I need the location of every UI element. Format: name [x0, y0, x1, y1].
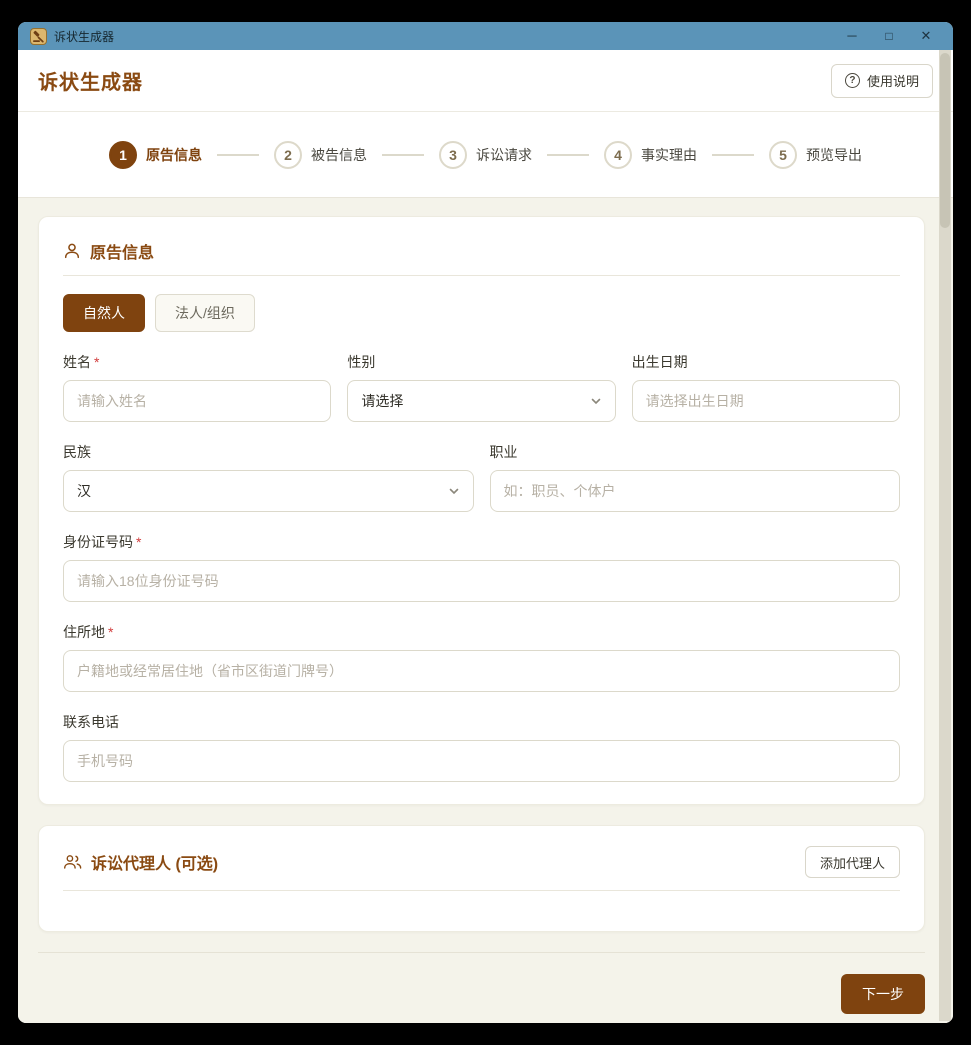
name-label: 姓名* — [63, 352, 331, 372]
wizard-footer: 下一步 — [38, 952, 925, 1014]
step-connector — [217, 154, 259, 156]
step-number-badge: 2 — [274, 141, 302, 169]
add-agent-button[interactable]: 添加代理人 — [805, 846, 900, 878]
ethnicity-select-value: 汉 — [77, 481, 91, 501]
agent-card: 诉讼代理人 (可选) 添加代理人 — [38, 825, 925, 932]
step-preview-export[interactable]: 5 预览导出 — [769, 141, 862, 169]
close-icon[interactable]: ✕ — [911, 22, 941, 50]
phone-label: 联系电话 — [63, 712, 900, 732]
chevron-down-icon — [590, 395, 602, 407]
tab-legal-entity[interactable]: 法人/组织 — [155, 294, 255, 332]
required-asterisk: * — [136, 534, 141, 550]
wizard-stepper: 1 原告信息 2 被告信息 3 诉讼请求 4 事实理由 5 预览导出 — [18, 112, 953, 198]
id-number-input[interactable] — [63, 560, 900, 602]
form-row: 姓名* 性别 请选择 出生日期 — [63, 352, 900, 422]
app-header: 诉状生成器 ? 使用说明 — [18, 50, 953, 112]
maximize-icon[interactable]: □ — [874, 22, 904, 50]
question-circle-icon: ? — [845, 73, 860, 88]
agent-section-header: 诉讼代理人 (可选) 添加代理人 — [63, 846, 900, 878]
party-type-tabs: 自然人 法人/组织 — [63, 294, 900, 332]
birth-date-field-group: 出生日期 — [632, 352, 900, 422]
step-number-badge: 4 — [604, 141, 632, 169]
gender-field-group: 性别 请选择 — [347, 352, 615, 422]
gender-select[interactable]: 请选择 — [347, 380, 615, 422]
next-step-button[interactable]: 下一步 — [841, 974, 925, 1014]
agent-section-title: 诉讼代理人 (可选) — [91, 850, 218, 874]
step-facts-reasons[interactable]: 4 事实理由 — [604, 141, 697, 169]
people-icon — [63, 853, 82, 871]
scrollbar[interactable] — [939, 50, 951, 1021]
app-window: 诉状生成器 ─ □ ✕ 诉状生成器 ? 使用说明 1 原告信息 2 被告信息 3… — [18, 22, 953, 1023]
step-number-badge: 5 — [769, 141, 797, 169]
help-button-label: 使用说明 — [867, 71, 919, 90]
chevron-down-icon — [448, 485, 460, 497]
help-button[interactable]: ? 使用说明 — [831, 64, 933, 98]
name-input[interactable] — [63, 380, 331, 422]
occupation-label: 职业 — [490, 442, 901, 462]
address-label: 住所地* — [63, 622, 900, 642]
gender-label: 性别 — [347, 352, 615, 372]
ethnicity-field-group: 民族 汉 — [63, 442, 474, 512]
step-label: 事实理由 — [641, 145, 697, 165]
step-defendant-info[interactable]: 2 被告信息 — [274, 141, 367, 169]
form-row: 身份证号码* — [63, 532, 900, 602]
form-row: 住所地* — [63, 622, 900, 692]
window-titlebar[interactable]: 诉状生成器 ─ □ ✕ — [18, 22, 953, 50]
step-number-badge: 3 — [439, 141, 467, 169]
step-label: 原告信息 — [146, 145, 202, 165]
birth-date-input[interactable] — [632, 380, 900, 422]
step-plaintiff-info[interactable]: 1 原告信息 — [109, 141, 202, 169]
main-content: 原告信息 自然人 法人/组织 姓名* 性别 请选择 — [18, 198, 953, 1023]
form-row: 联系电话 — [63, 712, 900, 782]
step-label: 诉讼请求 — [476, 145, 532, 165]
minimize-icon[interactable]: ─ — [837, 22, 867, 50]
agent-title-group: 诉讼代理人 (可选) — [63, 850, 218, 874]
required-asterisk: * — [108, 624, 113, 640]
ethnicity-select[interactable]: 汉 — [63, 470, 474, 512]
ethnicity-label: 民族 — [63, 442, 474, 462]
step-label: 被告信息 — [311, 145, 367, 165]
plaintiff-section-header: 原告信息 — [63, 239, 900, 263]
scrollbar-thumb[interactable] — [940, 53, 950, 228]
plaintiff-section-title: 原告信息 — [90, 239, 154, 263]
app-icon — [30, 28, 47, 45]
divider — [63, 275, 900, 276]
step-connector — [547, 154, 589, 156]
step-label: 预览导出 — [806, 145, 862, 165]
divider — [63, 890, 900, 891]
required-asterisk: * — [94, 354, 99, 370]
address-input[interactable] — [63, 650, 900, 692]
step-connector — [712, 154, 754, 156]
step-number-badge: 1 — [109, 141, 137, 169]
plaintiff-info-card: 原告信息 自然人 法人/组织 姓名* 性别 请选择 — [38, 216, 925, 805]
tab-natural-person[interactable]: 自然人 — [63, 294, 145, 332]
page-title: 诉状生成器 — [38, 66, 143, 95]
window-title: 诉状生成器 — [54, 28, 114, 45]
name-field-group: 姓名* — [63, 352, 331, 422]
gender-select-value: 请选择 — [361, 391, 403, 411]
occupation-input[interactable] — [490, 470, 901, 512]
id-number-label: 身份证号码* — [63, 532, 900, 552]
birth-date-label: 出生日期 — [632, 352, 900, 372]
step-connector — [382, 154, 424, 156]
step-claims[interactable]: 3 诉讼请求 — [439, 141, 532, 169]
phone-input[interactable] — [63, 740, 900, 782]
person-icon — [63, 242, 81, 260]
form-row: 民族 汉 职业 — [63, 442, 900, 512]
occupation-field-group: 职业 — [490, 442, 901, 512]
